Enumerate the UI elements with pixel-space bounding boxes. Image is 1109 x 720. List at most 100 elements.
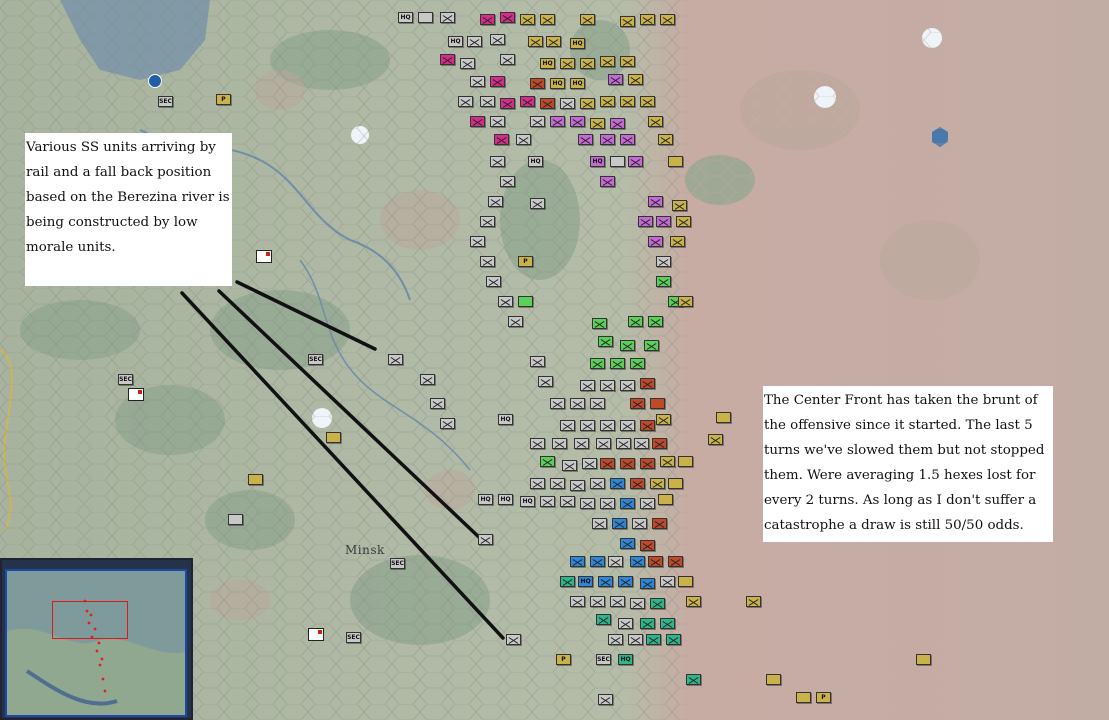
partisan-unit-counter[interactable]: P (556, 654, 571, 665)
infantry-unit-counter[interactable] (458, 96, 473, 107)
infantry-unit-counter[interactable] (600, 134, 615, 145)
infantry-unit-counter[interactable] (528, 36, 543, 47)
unit-counter[interactable] (418, 12, 433, 23)
hq-unit-counter[interactable]: HQ (520, 496, 535, 507)
infantry-unit-counter[interactable] (580, 14, 595, 25)
infantry-unit-counter[interactable] (490, 76, 505, 87)
infantry-unit-counter[interactable] (440, 54, 455, 65)
infantry-unit-counter[interactable] (632, 518, 647, 529)
unit-counter[interactable] (228, 514, 243, 525)
infantry-unit-counter[interactable] (676, 216, 691, 227)
infantry-unit-counter[interactable] (608, 74, 623, 85)
infantry-unit-counter[interactable] (650, 478, 665, 489)
infantry-unit-counter[interactable] (596, 438, 611, 449)
infantry-unit-counter[interactable] (440, 418, 455, 429)
infantry-unit-counter[interactable] (640, 458, 655, 469)
fortified-hq-icon[interactable] (128, 388, 144, 401)
infantry-unit-counter[interactable] (656, 256, 671, 267)
hq-unit-counter[interactable]: HQ (448, 36, 463, 47)
infantry-unit-counter[interactable] (620, 538, 635, 549)
infantry-unit-counter[interactable] (560, 58, 575, 69)
infantry-unit-counter[interactable] (530, 116, 545, 127)
infantry-unit-counter[interactable] (500, 12, 515, 23)
partisan-unit-counter[interactable]: P (816, 692, 831, 703)
partisan-unit-counter[interactable]: P (518, 256, 533, 267)
infantry-unit-counter[interactable] (570, 596, 585, 607)
infantry-unit-counter[interactable] (480, 256, 495, 267)
infantry-unit-counter[interactable] (670, 236, 685, 247)
infantry-unit-counter[interactable] (620, 380, 635, 391)
infantry-unit-counter[interactable] (590, 358, 605, 369)
hq-unit-counter[interactable]: HQ (590, 156, 605, 167)
infantry-unit-counter[interactable] (590, 556, 605, 567)
security-unit-counter[interactable]: SEC (390, 558, 405, 569)
infantry-unit-counter[interactable] (620, 56, 635, 67)
infantry-unit-counter[interactable] (648, 556, 663, 567)
infantry-unit-counter[interactable] (570, 398, 585, 409)
infantry-unit-counter[interactable] (530, 356, 545, 367)
unit-counter[interactable] (650, 398, 665, 409)
infantry-unit-counter[interactable] (638, 216, 653, 227)
infantry-unit-counter[interactable] (656, 414, 671, 425)
infantry-unit-counter[interactable] (656, 216, 671, 227)
infantry-unit-counter[interactable] (600, 176, 615, 187)
infantry-unit-counter[interactable] (618, 618, 633, 629)
infantry-unit-counter[interactable] (460, 58, 475, 69)
infantry-unit-counter[interactable] (494, 134, 509, 145)
infantry-unit-counter[interactable] (648, 116, 663, 127)
infantry-unit-counter[interactable] (570, 556, 585, 567)
unit-counter[interactable] (668, 478, 683, 489)
infantry-unit-counter[interactable] (560, 496, 575, 507)
infantry-unit-counter[interactable] (530, 438, 545, 449)
infantry-unit-counter[interactable] (560, 98, 575, 109)
unit-counter[interactable] (716, 412, 731, 423)
infantry-unit-counter[interactable] (490, 116, 505, 127)
infantry-unit-counter[interactable] (420, 374, 435, 385)
infantry-unit-counter[interactable] (610, 596, 625, 607)
infantry-unit-counter[interactable] (620, 458, 635, 469)
security-unit-counter[interactable]: SEC (118, 374, 133, 385)
minimap-view-rect[interactable] (52, 601, 128, 639)
security-unit-counter[interactable]: SEC (158, 96, 173, 107)
infantry-unit-counter[interactable] (640, 96, 655, 107)
infantry-unit-counter[interactable] (508, 316, 523, 327)
infantry-unit-counter[interactable] (578, 134, 593, 145)
fortified-hq-icon[interactable] (256, 250, 272, 263)
infantry-unit-counter[interactable] (574, 438, 589, 449)
infantry-unit-counter[interactable] (616, 438, 631, 449)
infantry-unit-counter[interactable] (660, 14, 675, 25)
infantry-unit-counter[interactable] (600, 420, 615, 431)
infantry-unit-counter[interactable] (388, 354, 403, 365)
infantry-unit-counter[interactable] (620, 134, 635, 145)
infantry-unit-counter[interactable] (640, 378, 655, 389)
infantry-unit-counter[interactable] (467, 36, 482, 47)
infantry-unit-counter[interactable] (430, 398, 445, 409)
infantry-unit-counter[interactable] (488, 196, 503, 207)
infantry-unit-counter[interactable] (540, 456, 555, 467)
infantry-unit-counter[interactable] (580, 98, 595, 109)
infantry-unit-counter[interactable] (610, 118, 625, 129)
infantry-unit-counter[interactable] (640, 420, 655, 431)
infantry-unit-counter[interactable] (660, 576, 675, 587)
infantry-unit-counter[interactable] (580, 58, 595, 69)
infantry-unit-counter[interactable] (640, 618, 655, 629)
infantry-unit-counter[interactable] (478, 534, 493, 545)
infantry-unit-counter[interactable] (560, 576, 575, 587)
infantry-unit-counter[interactable] (540, 496, 555, 507)
infantry-unit-counter[interactable] (600, 96, 615, 107)
unit-counter[interactable] (248, 474, 263, 485)
infantry-unit-counter[interactable] (540, 98, 555, 109)
hq-unit-counter[interactable]: HQ (578, 576, 593, 587)
infantry-unit-counter[interactable] (552, 438, 567, 449)
infantry-unit-counter[interactable] (640, 578, 655, 589)
infantry-unit-counter[interactable] (660, 618, 675, 629)
infantry-unit-counter[interactable] (592, 318, 607, 329)
infantry-unit-counter[interactable] (550, 398, 565, 409)
infantry-unit-counter[interactable] (620, 340, 635, 351)
infantry-unit-counter[interactable] (644, 340, 659, 351)
infantry-unit-counter[interactable] (620, 96, 635, 107)
infantry-unit-counter[interactable] (630, 398, 645, 409)
infantry-unit-counter[interactable] (678, 296, 693, 307)
fortified-hq-icon[interactable] (308, 628, 324, 641)
unit-counter[interactable] (916, 654, 931, 665)
